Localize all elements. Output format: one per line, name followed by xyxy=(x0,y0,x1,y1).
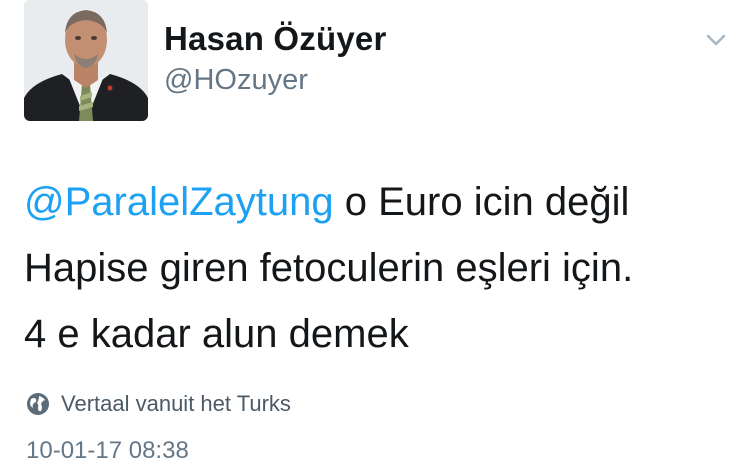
tweet-text-line-2: Hapise giren fetoculerin eşleri için. xyxy=(24,246,634,290)
author-name[interactable]: Hasan Özüyer xyxy=(164,20,387,58)
tweet-text-line-1-rest: o Euro icin değil xyxy=(333,180,630,224)
mention-link[interactable]: @ParalelZaytung xyxy=(24,180,334,224)
tweet-text: @ParalelZaytung o Euro icin değil Hapise… xyxy=(24,169,734,367)
translate-button[interactable]: Vertaal vanuit het Turks xyxy=(26,390,291,418)
avatar[interactable] xyxy=(24,0,148,121)
tweet-card: Hasan Özüyer @HOzuyer @ParalelZaytung o … xyxy=(0,0,750,464)
tweet-timestamp[interactable]: 10-01-17 08:38 xyxy=(26,437,189,465)
tweet-text-line-3: 4 e kadar alun demek xyxy=(24,312,409,356)
globe-icon xyxy=(26,392,50,416)
translate-label: Vertaal vanuit het Turks xyxy=(61,391,291,416)
tweet-text-line-1: @ParalelZaytung o Euro icin değil xyxy=(24,169,734,235)
author-handle[interactable]: @HOzuyer xyxy=(164,64,308,97)
avatar-image xyxy=(24,0,148,121)
chevron-down-icon[interactable] xyxy=(702,28,730,52)
